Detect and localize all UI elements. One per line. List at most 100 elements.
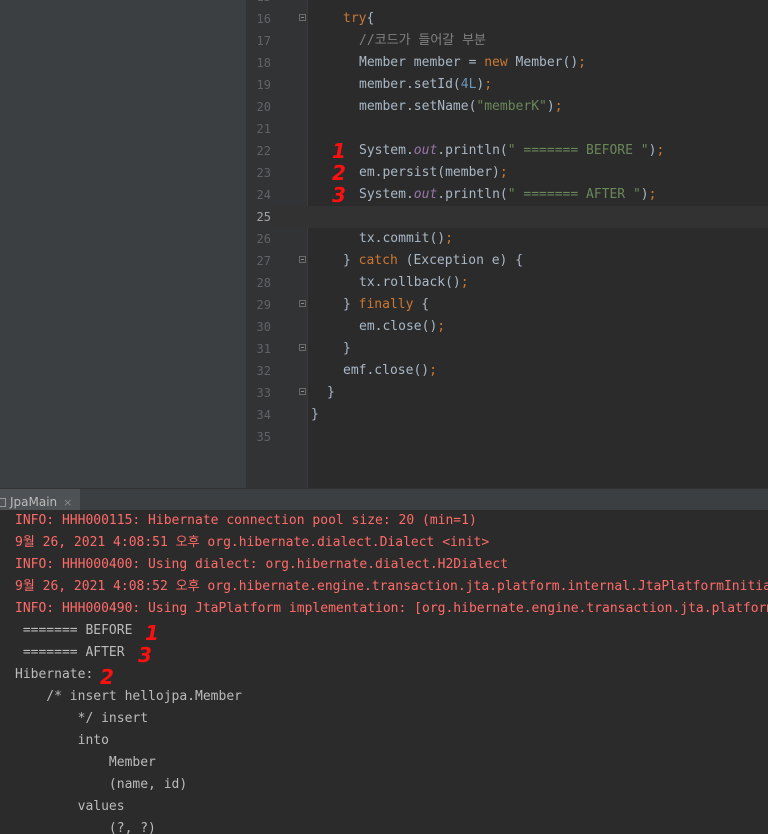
console-line: 9월 26, 2021 4:08:52 오후 org.hibernate.eng…	[15, 579, 768, 594]
code-token: ;	[656, 143, 665, 158]
code-token: out	[413, 143, 438, 158]
code-line[interactable]: 33}	[247, 382, 768, 404]
code-line[interactable]: 16 try{	[247, 8, 768, 30]
code-token: ;	[499, 165, 508, 180]
line-number: 16	[256, 12, 271, 26]
line-number: 20	[256, 100, 271, 114]
line-number: 18	[256, 56, 271, 70]
code-token: ;	[437, 319, 446, 334]
code-text: System.out.println(" ======= BEFORE ");	[359, 140, 664, 162]
fold-toggle-icon[interactable]	[299, 300, 306, 307]
code-token: ;	[554, 99, 563, 114]
code-line[interactable]: 28 tx.rollback();	[247, 272, 768, 294]
code-token: (Exception e) {	[405, 253, 524, 268]
line-number: 15	[247, 0, 271, 8]
code-line[interactable]: 35	[247, 426, 768, 448]
code-text: System.out.println(" ======= AFTER ");	[359, 184, 656, 206]
code-line[interactable]: 25	[247, 206, 768, 228]
console-line: ======= AFTER	[15, 645, 133, 660]
handwritten-annotation-2: 2	[332, 161, 346, 185]
code-text: tx.rollback();	[359, 272, 469, 294]
code-text: Member member = new Member();	[359, 52, 586, 74]
code-token: )	[546, 99, 555, 114]
line-number: 31	[256, 342, 271, 356]
code-token: }	[343, 253, 359, 268]
console-line: INFO: HHH000490: Using JtaPlatform imple…	[15, 601, 768, 616]
fold-toggle-icon[interactable]	[299, 14, 306, 21]
code-line[interactable]: 23 em.persist(member);	[247, 162, 768, 184]
handwritten-annotation-1: 1	[332, 139, 346, 163]
code-token: Member()	[515, 55, 579, 70]
console-line: */ insert	[15, 711, 156, 726]
code-token: ;	[445, 231, 453, 246]
fold-toggle-icon[interactable]	[299, 388, 306, 395]
console-line: values	[15, 799, 125, 814]
code-token: finally	[358, 297, 422, 312]
project-panel[interactable]	[0, 0, 246, 488]
line-number: 26	[256, 232, 271, 246]
code-text: //코드가 들어갈 부분	[359, 30, 486, 52]
code-line[interactable]: 30 em.close();	[247, 316, 768, 338]
code-editor[interactable]: 15 16 try{ 17 //코드가 들어갈 부분 18 Member member …	[247, 0, 768, 488]
fold-toggle-icon[interactable]	[299, 256, 306, 263]
console-line: INFO: HHH000400: Using dialect: org.hibe…	[15, 557, 509, 572]
line-number: 29	[256, 298, 271, 312]
code-line[interactable]: 22 System.out.println(" ======= BEFORE ")…	[247, 140, 768, 162]
code-text: }	[343, 338, 351, 360]
code-line[interactable]: 32 emf.close();	[247, 360, 768, 382]
line-number: 21	[256, 122, 271, 136]
console-line: /* insert hellojpa.Member	[15, 689, 242, 704]
handwritten-annotation-3: 3	[332, 183, 346, 207]
console-line: INFO: HHH000115: Hibernate connection po…	[15, 513, 477, 528]
code-line[interactable]: 21	[247, 118, 768, 140]
line-number: 19	[256, 78, 271, 92]
code-token: ;	[429, 363, 437, 378]
line-number: 22	[256, 144, 271, 158]
code-line[interactable]: 31}	[247, 338, 768, 360]
code-text: emf.close();	[343, 360, 437, 382]
code-token: em.persist(member)	[359, 165, 500, 180]
fold-toggle-icon[interactable]	[299, 344, 306, 351]
handwritten-annotation-3: 3	[138, 643, 152, 667]
code-line[interactable]: 19 member.setId(4L);	[247, 74, 768, 96]
code-line[interactable]: 34}	[247, 404, 768, 426]
code-token: " ======= BEFORE "	[507, 143, 649, 158]
code-token: //코드가 들어갈 부분	[359, 33, 486, 48]
line-number: 33	[256, 386, 271, 400]
code-token: ;	[648, 187, 657, 202]
code-line[interactable]: 24 System.out.println(" ======= AFTER ");	[247, 184, 768, 206]
code-text: }	[327, 382, 335, 404]
code-token: em.close()	[359, 319, 438, 334]
code-token: System.	[359, 187, 414, 202]
console-line: ======= BEFORE	[15, 623, 141, 638]
run-console-output[interactable]: INFO: HHH000115: Hibernate connection po…	[0, 510, 768, 834]
line-number: 17	[256, 34, 271, 48]
code-token: System.	[359, 143, 414, 158]
code-token: new	[484, 55, 516, 70]
code-line[interactable]: 20 member.setName("memberK");	[247, 96, 768, 118]
line-number: 28	[256, 276, 271, 290]
code-line[interactable]: 27} catch (Exception e) {	[247, 250, 768, 272]
code-token: tx.commit()	[359, 231, 446, 246]
code-token: " ======= AFTER "	[507, 187, 641, 202]
code-token: member.setId(	[359, 77, 461, 92]
code-text: try{	[343, 8, 382, 30]
console-line: 9월 26, 2021 4:08:51 오후 org.hibernate.dia…	[15, 535, 490, 550]
code-line[interactable]: 17 //코드가 들어갈 부분	[247, 30, 768, 52]
code-line[interactable]: 29 } finally {	[247, 294, 768, 316]
code-line[interactable]: 26 tx.commit();	[247, 228, 768, 250]
code-line-partial: 15	[247, 0, 768, 8]
code-line[interactable]: 18 Member member = new Member();	[247, 52, 768, 74]
close-icon[interactable]: ×	[63, 496, 72, 509]
code-token: {	[366, 11, 383, 26]
line-number: 30	[256, 320, 271, 334]
code-text: } finally {	[343, 294, 429, 316]
code-token: Member member =	[359, 55, 485, 70]
run-config-icon	[0, 497, 6, 507]
code-token: catch	[358, 253, 406, 268]
code-token: .println(	[437, 143, 508, 158]
console-line: Member	[15, 755, 156, 770]
code-token: )	[640, 187, 649, 202]
run-tab-label: JpaMain	[10, 495, 58, 509]
code-text: }	[311, 404, 319, 426]
